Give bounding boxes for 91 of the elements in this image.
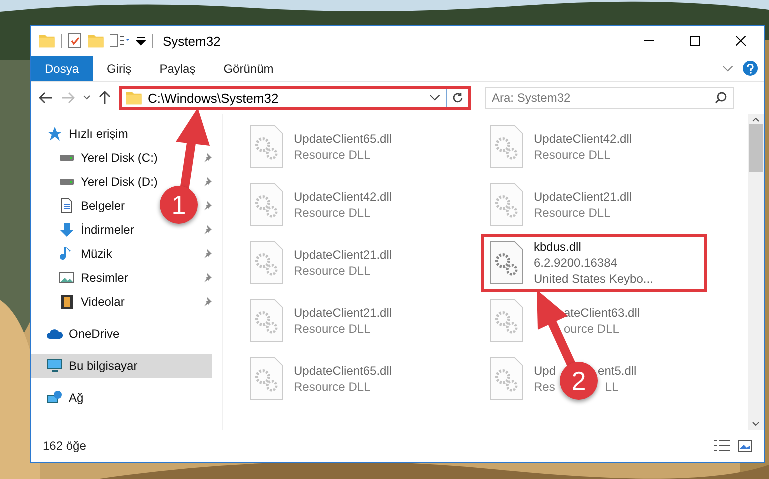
sidebar-item[interactable]: Hızlı erişim <box>31 122 132 146</box>
settings-file-icon <box>250 299 284 343</box>
file-name: ateClient63.dll <box>564 305 640 321</box>
folder-icon <box>126 91 142 105</box>
settings-file-icon <box>250 125 284 169</box>
sidebar-item[interactable]: Müzik <box>31 242 116 266</box>
search-icon[interactable] <box>715 92 727 104</box>
scrollbar[interactable] <box>748 114 764 430</box>
file-detail: Resource DLL <box>534 205 611 221</box>
monitor-icon <box>47 358 63 374</box>
help-icon[interactable] <box>743 61 758 76</box>
large-icons-view-icon[interactable] <box>738 440 752 452</box>
pin-icon[interactable] <box>202 153 212 163</box>
pin-icon[interactable] <box>202 201 212 211</box>
file-name: ent5.dll <box>598 363 637 379</box>
settings-file-icon <box>490 299 524 343</box>
up-arrow-icon[interactable] <box>99 91 111 105</box>
sidebar-item[interactable]: Videolar <box>31 290 129 314</box>
chevron-down-icon[interactable] <box>752 422 760 426</box>
sidebar-item[interactable]: Belgeler <box>31 194 130 218</box>
settings-file-icon <box>490 183 524 227</box>
minimize-icon[interactable] <box>644 40 654 42</box>
maximize-icon[interactable] <box>690 36 700 46</box>
ribbon-tab[interactable]: Paylaş <box>146 56 210 81</box>
file-name: UpdateClient42.dll <box>534 131 632 147</box>
back-arrow-icon[interactable] <box>39 92 53 104</box>
pin-icon[interactable] <box>202 297 212 307</box>
ribbon-tab[interactable]: Dosya <box>31 56 94 81</box>
file-name: Upd <box>534 363 556 379</box>
star-icon <box>47 126 63 142</box>
settings-file-icon <box>490 125 524 169</box>
chevron-down-icon[interactable] <box>430 95 440 101</box>
download-arrow-icon <box>59 222 75 238</box>
sidebar-item[interactable]: OneDrive <box>31 322 124 346</box>
file-detail: ource DLL <box>564 321 620 337</box>
file-name: kbdus.dll <box>534 239 582 255</box>
settings-file-icon <box>250 241 284 285</box>
file-detail: Resource DLL <box>294 263 371 279</box>
film-icon <box>59 294 75 310</box>
file-name: UpdateClient21.dll <box>294 305 392 321</box>
drive-icon <box>59 178 75 186</box>
file-detail: Resource DLL <box>294 379 371 395</box>
file-name: UpdateClient21.dll <box>294 247 392 263</box>
file-item[interactable]: kbdus.dll 6.2.9200.16384 United States Keybo... <box>481 234 707 292</box>
pin-icon[interactable] <box>202 225 212 235</box>
file-detail: Resource DLL <box>534 147 611 163</box>
settings-file-icon <box>250 183 284 227</box>
window-title: System32 <box>163 34 221 48</box>
file-detail: Resource DLL <box>294 205 371 221</box>
file-name: UpdateClient65.dll <box>294 363 392 379</box>
sidebar-item[interactable]: Yerel Disk (D:) <box>31 170 162 194</box>
network-icon <box>47 390 63 406</box>
properties-icon[interactable] <box>110 34 130 48</box>
file-detail: Resource DLL <box>294 147 371 163</box>
dropdown-icon[interactable] <box>136 36 146 46</box>
settings-file-icon <box>250 357 284 401</box>
sidebar-item[interactable]: İndirmeler <box>31 218 138 242</box>
chevron-up-icon[interactable] <box>752 118 760 122</box>
file-name: UpdateClient65.dll <box>294 131 392 147</box>
ribbon-tab[interactable]: Görünüm <box>210 56 288 81</box>
chevron-down-icon[interactable] <box>83 95 91 101</box>
refresh-icon[interactable] <box>452 92 464 104</box>
checklist-icon[interactable] <box>68 33 82 49</box>
settings-file-icon <box>490 357 524 401</box>
file-detail: United States Keybo... <box>534 271 654 287</box>
address-field[interactable]: C:\Windows\System32 <box>119 86 471 110</box>
pin-icon[interactable] <box>202 177 212 187</box>
sidebar-item[interactable]: Yerel Disk (C:) <box>31 146 162 170</box>
settings-file-icon <box>490 241 524 285</box>
folder-icon <box>88 34 104 48</box>
image-icon <box>59 270 75 286</box>
drive-icon <box>59 154 75 162</box>
file-name: UpdateClient42.dll <box>294 189 392 205</box>
file-detail: 6.2.9200.16384 <box>534 255 618 271</box>
file-name: UpdateClient21.dll <box>534 189 632 205</box>
sidebar-item[interactable]: Ağ <box>31 386 88 410</box>
pin-icon[interactable] <box>202 273 212 283</box>
close-icon[interactable] <box>736 36 746 46</box>
file-detail: Resource DLL <box>294 321 371 337</box>
item-count: 162 öğe <box>43 439 86 453</box>
file-detail: Res <box>534 379 556 395</box>
ribbon-tab[interactable]: Giriş <box>93 56 146 81</box>
details-view-icon[interactable] <box>714 440 730 452</box>
file-detail: LL <box>605 379 619 395</box>
document-icon <box>59 198 75 214</box>
folder-icon <box>39 34 55 48</box>
search-field[interactable]: Ara: System32 <box>485 87 734 109</box>
scrollbar-thumb[interactable] <box>749 124 763 172</box>
sidebar-item[interactable]: Resimler <box>31 266 132 290</box>
sidebar-item[interactable]: Bu bilgisayar <box>31 354 212 378</box>
pin-icon[interactable] <box>202 249 212 259</box>
